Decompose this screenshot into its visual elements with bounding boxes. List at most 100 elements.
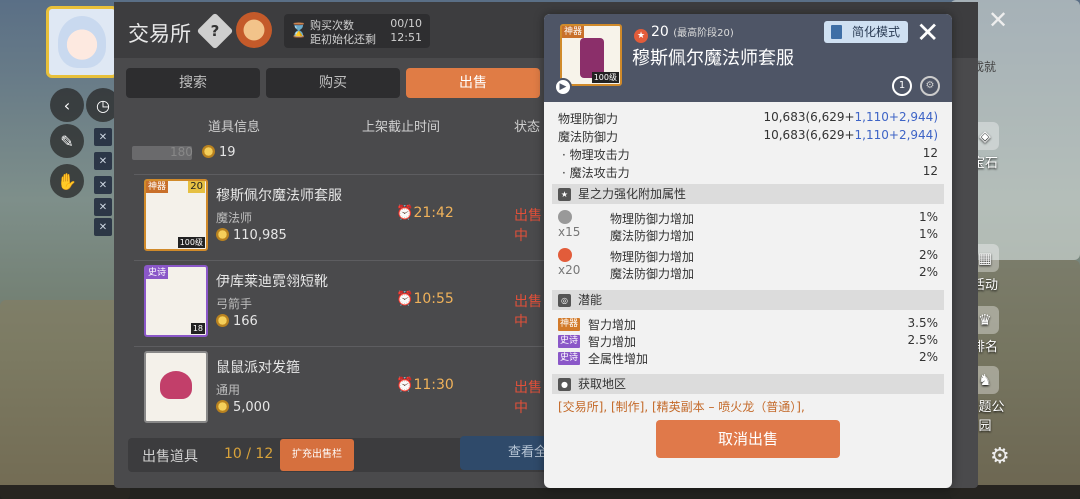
star-force-badge: x15 [558,210,592,239]
stat-label: 物理防御力 [558,112,619,126]
stat-value: 1% [918,227,938,241]
coin-icon [216,314,229,327]
skill-slot-icon[interactable]: ✕ [94,128,112,146]
coin-icon [216,228,229,241]
skill-slot-icon[interactable]: ✕ [94,198,112,216]
level-badge: 100级 [591,72,619,83]
alarm-icon: ⏰ [396,205,414,221]
list-item[interactable]: 鼠鼠派对发箍 通用 5,000 ⏰11:30 出售中 [134,346,548,426]
item-thumbnail [144,351,208,423]
settings-icon[interactable]: ⚙ [920,76,940,96]
stat-label: 智力增加 [588,318,637,332]
grade-badge: 史诗 [146,267,169,279]
item-time: ⏰10:55 [396,291,454,307]
tab-sell[interactable]: 出售 [406,68,540,98]
skill-slot-icon[interactable]: ✕ [94,218,112,236]
close-icon[interactable]: ✕ [916,16,939,49]
background-cliff-left [0,300,130,499]
stat-label: 物理防御力增加 [610,212,695,226]
stat-value: 12 [922,164,938,178]
star-force-section-header: ★ 星之力强化附加属性 [552,184,944,204]
grade-badge: 神器 [562,26,585,38]
grade-badge: 史诗 [558,352,581,365]
skill-slot-icon[interactable]: ✕ [94,152,112,170]
skill-slot-icon[interactable]: ✕ [94,176,112,194]
stat-value: 3.5% [907,316,939,330]
reset-timer-value: 12:51 [390,31,422,44]
stat-value: 10,683(6,629+1,110+2,944) [763,128,938,142]
list-item[interactable]: 180 19 [128,142,548,164]
document-icon [831,25,842,39]
handshake-icon[interactable]: ✋ [50,164,84,198]
hairband-icon [160,371,192,399]
stat-value: 1% [918,210,938,224]
item-thumbnail: 神器 20 100级 [144,179,208,251]
grade-badge: 神器 [146,181,169,193]
expand-slots-button[interactable]: 扩充出售栏 [280,439,354,471]
item-price: 19 [202,145,236,160]
simple-mode-button[interactable]: 简化模式 [824,21,908,43]
grade-badge: 史诗 [558,335,581,348]
item-thumbnail: 史诗 18 [144,265,208,337]
sell-slots-count: 10 / 12 [224,446,274,462]
help-icon[interactable]: ? [196,12,234,50]
purchase-count-value: 00/10 [390,17,422,30]
cancel-sale-button[interactable]: 取消出售 [656,420,840,458]
page-title: 交易所 [128,22,191,46]
stat-label: 物理防御力增加 [610,250,695,264]
status-badge: 出售中 [514,380,542,416]
obtain-locations: [交易所], [制作], [精英副本 – 喷火龙（普通）], [558,400,805,414]
level-badge: 100级 [177,237,205,248]
player-avatar[interactable] [46,6,118,78]
potential-icon: ◎ [558,294,571,307]
detail-header: 神器 100级 ▶ ★ 20 (最高阶段20) 穆斯佩尔魔法师套服 简化模式 ✕ … [544,14,952,102]
item-price: 166 [216,314,258,329]
detail-item-name: 穆斯佩尔魔法师套服 [632,48,794,69]
stat-label: 魔法防御力 [558,130,619,144]
column-header-info: 道具信息 [208,120,261,135]
item-class: 弓箭手 [216,297,253,311]
view-all-button[interactable]: 查看全 [460,436,554,470]
status-badge: 出售中 [514,294,542,330]
item-stars: 180 [170,145,193,159]
tab-buy[interactable]: 购买 [266,68,400,98]
column-header-time: 上架截止时间 [362,120,441,135]
item-name: 伊库莱迪霓翎短靴 [216,274,328,290]
alarm-icon: ⏰ [396,291,414,307]
location-pin-icon: ● [558,378,571,391]
coin-icon [216,400,229,413]
item-detail-popup: 神器 100级 ▶ ★ 20 (最高阶段20) 穆斯佩尔魔法师套服 简化模式 ✕ … [544,14,952,488]
star-icon: ★ [558,188,571,201]
star-icon [558,210,572,224]
close-icon[interactable]: ✕ [988,6,1008,34]
tab-search[interactable]: 搜索 [126,68,260,98]
stat-label: 魔法防御力增加 [610,267,695,281]
stat-value: 2.5% [907,333,939,347]
scroll-icon[interactable]: ✎ [50,124,84,158]
column-header-status: 状态 [514,120,541,135]
stat-label: · 物理攻击力 [562,148,630,162]
stat-label: 魔法防御力增加 [610,229,695,243]
back-icon[interactable]: ‹ [50,88,84,122]
potential-section-header: ◎ 潜能 [552,290,944,310]
stat-label: 全属性增加 [588,352,649,366]
purchase-limits: ⌛ 购买次数 00/10 距初始化还剩 12:51 [284,14,430,48]
list-item[interactable]: 史诗 18 伊库莱迪霓翎短靴 弓箭手 166 ⏰10:55 出售中 [134,260,548,340]
stat-value: 12 [922,146,938,160]
sell-slots-label: 出售道具 [142,449,198,465]
list-item[interactable]: 神器 20 100级 穆斯佩尔魔法师套服 魔法师 110,985 ⏰21:42 … [134,174,548,254]
stat-value: 10,683(6,629+1,110+2,944) [763,110,938,124]
obtain-section-header: ● 获取地区 [552,374,944,394]
grade-badge: 神器 [558,318,581,331]
stat-label: · 魔法攻击力 [562,166,630,180]
play-icon[interactable]: ▶ [554,78,572,96]
stat-label: 智力增加 [588,335,637,349]
level-badge: 18 [190,323,205,334]
mascot-icon[interactable] [236,12,272,48]
item-name: 穆斯佩尔魔法师套服 [216,188,342,204]
item-price: 5,000 [216,400,270,415]
gear-icon[interactable]: ⚙ [990,444,1010,469]
compare-icon[interactable]: 1 [892,76,912,96]
item-class: 通用 [216,383,241,397]
stat-value: 2% [918,248,938,262]
